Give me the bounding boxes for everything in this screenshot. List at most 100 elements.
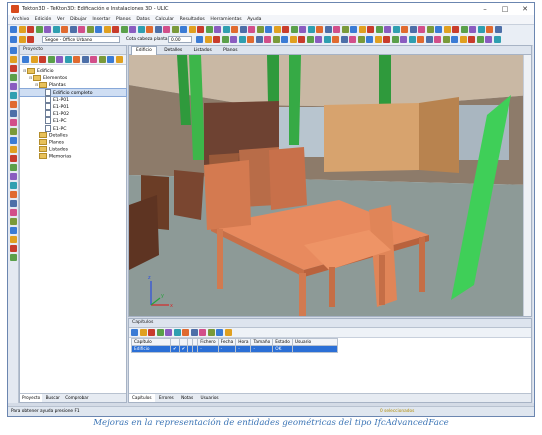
toolbar-tool-icon[interactable] — [69, 26, 77, 33]
toolbar-tool-icon[interactable] — [182, 329, 189, 336]
toolbar-tool-icon[interactable] — [460, 26, 468, 33]
toolbar-tool-icon[interactable] — [190, 329, 198, 336]
tree-item[interactable]: ⊟ Elementos — [20, 74, 126, 81]
toolbar-tool-icon[interactable] — [459, 36, 467, 43]
col-check2[interactable] — [178, 338, 189, 346]
toolbar-tool-icon[interactable] — [533, 182, 534, 189]
toolbar-tool-icon[interactable] — [533, 110, 534, 117]
toolbar-tool-icon[interactable] — [86, 26, 94, 33]
toolbar-tool-icon[interactable] — [221, 36, 229, 43]
cell-estado[interactable]: OK — [272, 345, 293, 353]
toolbar-tool-icon[interactable] — [9, 182, 17, 189]
toolbar-tool-icon[interactable] — [533, 236, 534, 243]
toolbar-tool-icon[interactable] — [533, 137, 534, 144]
toolbar-tool-icon[interactable] — [163, 26, 170, 33]
tree-item[interactable]: ⊟ Edificio — [20, 67, 126, 74]
toolbar-tool-icon[interactable] — [9, 128, 17, 135]
toolbar-tool-icon[interactable] — [9, 236, 17, 243]
toolbar-tool-icon[interactable] — [61, 26, 68, 33]
toolbar-tool-icon[interactable] — [418, 26, 425, 33]
toolbar-tool-icon[interactable] — [18, 26, 26, 33]
toolbar-tool-icon[interactable] — [10, 26, 17, 33]
tree-item[interactable]: Planos — [20, 138, 126, 146]
tab-notas[interactable]: Notas — [178, 394, 196, 402]
table-row[interactable]: Edificio ✔ ✔ - - - - OK — [131, 345, 338, 353]
toolbar-tool-icon[interactable] — [197, 26, 204, 33]
toolbar-tool-icon[interactable] — [156, 329, 164, 336]
toolbar-tool-icon[interactable] — [299, 26, 306, 33]
toolbar-tool-icon[interactable] — [435, 26, 442, 33]
tree-item[interactable]: Memorias — [20, 153, 126, 160]
viewport-scrollbar[interactable] — [523, 55, 531, 316]
toolbar-tool-icon[interactable] — [315, 36, 322, 43]
toolbar-tool-icon[interactable] — [533, 128, 534, 135]
col-hora[interactable]: Hora — [235, 338, 252, 346]
elevation-input[interactable]: 0.00 — [168, 36, 192, 43]
toolbar-tool-icon[interactable] — [324, 26, 332, 33]
toolbar-tool-icon[interactable] — [533, 272, 534, 279]
toolbar-tool-icon[interactable] — [154, 26, 162, 33]
toolbar-tool-icon[interactable] — [146, 26, 153, 33]
tab-capitulos[interactable]: Capítulos — [129, 394, 155, 402]
toolbar-tool-icon[interactable] — [426, 26, 434, 33]
toolbar-tool-icon[interactable] — [9, 119, 17, 126]
toolbar-tool-icon[interactable] — [442, 36, 450, 43]
toolbar-tool-icon[interactable] — [47, 56, 55, 63]
cell-hora[interactable]: - — [235, 345, 252, 353]
toolbar-tool-icon[interactable] — [366, 36, 373, 43]
tree-item[interactable]: Edificio completo — [19, 87, 127, 97]
toolbar-tool-icon[interactable] — [238, 36, 246, 43]
toolbar-tool-icon[interactable] — [350, 26, 357, 33]
toolbar-tool-icon[interactable] — [9, 146, 17, 153]
toolbar-tool-icon[interactable] — [22, 56, 29, 63]
toolbar-tool-icon[interactable] — [120, 26, 128, 33]
toolbar-tool-icon[interactable] — [199, 329, 206, 336]
toolbar-tool-icon[interactable] — [35, 26, 43, 33]
toolbar-tool-icon[interactable] — [264, 36, 271, 43]
toolbar-tool-icon[interactable] — [90, 56, 97, 63]
toolbar-tool-icon[interactable] — [533, 263, 534, 270]
toolbar-tool-icon[interactable] — [9, 209, 17, 216]
toolbar-tool-icon[interactable] — [349, 36, 356, 43]
toolbar-tool-icon[interactable] — [332, 36, 339, 43]
col-capitulo[interactable]: Capítulo — [131, 338, 171, 346]
toolbar-tool-icon[interactable] — [247, 36, 254, 43]
toolbar-tool-icon[interactable] — [256, 26, 264, 33]
menu-datos[interactable]: Datos — [136, 15, 149, 24]
close-button[interactable]: ✕ — [518, 4, 532, 14]
toolbar-tool-icon[interactable] — [494, 26, 502, 33]
menu-planos[interactable]: Planos — [116, 15, 131, 24]
toolbar-tool-icon[interactable] — [358, 26, 366, 33]
minimize-button[interactable]: – — [478, 4, 492, 14]
cell-fecha[interactable]: - — [217, 345, 237, 353]
cell-capitulo[interactable]: Edificio — [131, 345, 171, 353]
toolbar-tool-icon[interactable] — [493, 36, 501, 43]
toolbar-tool-icon[interactable] — [533, 101, 534, 108]
toolbar-tool-icon[interactable] — [533, 209, 534, 216]
toolbar-tool-icon[interactable] — [165, 329, 172, 336]
toolbar-tool-icon[interactable] — [9, 164, 17, 171]
toolbar-tool-icon[interactable] — [9, 137, 17, 144]
col-estado[interactable]: Estado — [272, 338, 293, 346]
toolbar-tool-icon[interactable] — [9, 101, 17, 108]
tree-item[interactable]: E1-P02 — [20, 110, 126, 118]
toolbar-tool-icon[interactable] — [73, 56, 80, 63]
toolbar-tool-icon[interactable] — [282, 26, 289, 33]
3d-scene[interactable]: z x y — [129, 55, 531, 316]
toolbar-tool-icon[interactable] — [281, 36, 288, 43]
toolbar-tool-icon[interactable] — [533, 164, 534, 171]
toolbar-tool-icon[interactable] — [115, 56, 123, 63]
toolbar-tool-icon[interactable] — [9, 47, 17, 54]
toolbar-tool-icon[interactable] — [180, 26, 187, 33]
col-check1[interactable] — [170, 338, 180, 346]
toolbar-tool-icon[interactable] — [533, 92, 534, 99]
toolbar-tool-icon[interactable] — [64, 56, 72, 63]
toolbar-tool-icon[interactable] — [56, 56, 63, 63]
toolbar-tool-icon[interactable] — [131, 329, 138, 336]
tab-errores[interactable]: Errores — [156, 394, 177, 402]
toolbar-tool-icon[interactable] — [213, 36, 220, 43]
toolbar-tool-icon[interactable] — [425, 36, 433, 43]
toolbar-tool-icon[interactable] — [9, 110, 17, 117]
toolbar-tool-icon[interactable] — [340, 36, 348, 43]
toolbar-tool-icon[interactable] — [9, 245, 17, 252]
